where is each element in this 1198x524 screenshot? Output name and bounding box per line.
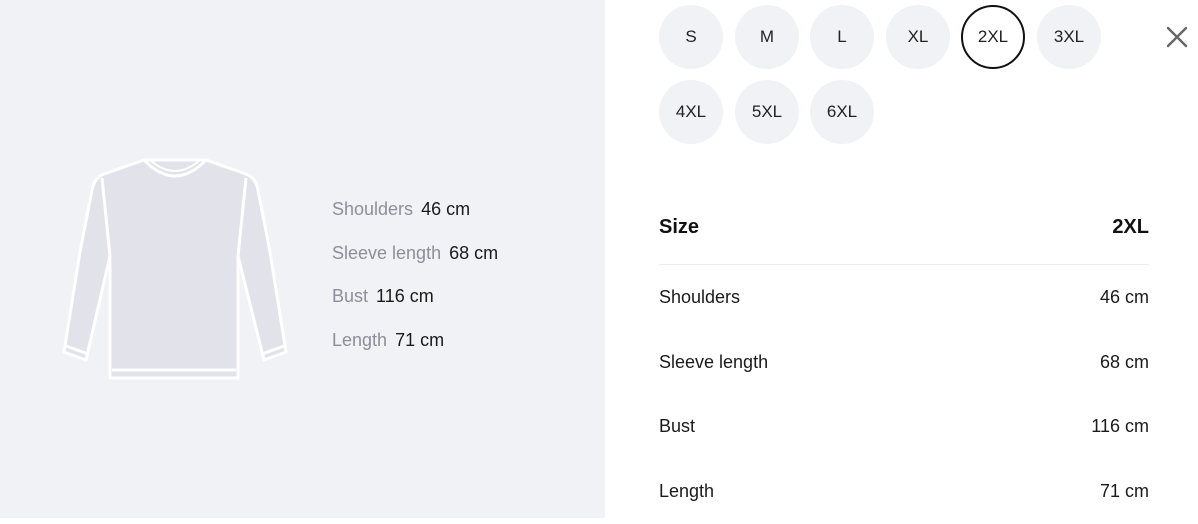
- size-option-s[interactable]: S: [659, 5, 723, 69]
- spec-value: 116 cm: [376, 286, 434, 306]
- row-value: 116 cm: [1091, 416, 1149, 437]
- size-option-6xl[interactable]: 6XL: [810, 80, 874, 144]
- product-image-panel: Shoulders 46 cm Sleeve length 68 cm Bust 11…: [0, 0, 605, 518]
- size-option-2xl[interactable]: 2XL: [961, 5, 1025, 69]
- row-label: Bust: [659, 416, 696, 437]
- spec-label: Length: [332, 329, 388, 350]
- spec-row: Shoulders 46 cm: [332, 197, 498, 241]
- sweater-illustration: [62, 158, 288, 380]
- spec-label: Bust: [332, 286, 369, 306]
- table-row: Length 71 cm: [659, 459, 1149, 524]
- spec-value: 68 cm: [449, 242, 499, 263]
- size-option-5xl[interactable]: 5XL: [735, 80, 799, 144]
- row-label: Length: [659, 480, 715, 501]
- size-header-label: Size: [659, 215, 700, 238]
- row-value: 71 cm: [1099, 480, 1149, 501]
- spec-row: Length 71 cm: [332, 328, 498, 372]
- size-header-value: 2XL: [1112, 215, 1149, 238]
- spec-label: Sleeve length: [332, 242, 442, 263]
- spec-value: 46 cm: [421, 199, 471, 219]
- table-header: Size 2XL: [659, 205, 1149, 265]
- table-row: Sleeve length 68 cm: [659, 330, 1149, 395]
- spec-row: Sleeve length 68 cm: [332, 241, 498, 285]
- size-option-l[interactable]: L: [810, 5, 874, 69]
- size-option-3xl[interactable]: 3XL: [1037, 5, 1101, 69]
- size-option-xl[interactable]: XL: [886, 5, 950, 69]
- table-row: Shoulders 46 cm: [659, 265, 1149, 330]
- spec-label: Shoulders: [332, 199, 414, 219]
- close-icon[interactable]: [1162, 22, 1192, 52]
- row-value: 68 cm: [1099, 351, 1149, 372]
- size-details-table: Size 2XL Shoulders 46 cm Sleeve length 6…: [659, 205, 1149, 524]
- row-label: Shoulders: [659, 286, 741, 307]
- size-option-m[interactable]: M: [735, 5, 799, 69]
- spec-value: 71 cm: [395, 329, 445, 350]
- size-option-4xl[interactable]: 4XL: [659, 80, 723, 144]
- spec-row: Bust 116 cm: [332, 284, 498, 328]
- row-label: Sleeve length: [659, 351, 769, 372]
- table-row: Bust 116 cm: [659, 394, 1149, 459]
- row-value: 46 cm: [1099, 286, 1149, 307]
- specs-overlay: Shoulders 46 cm Sleeve length 68 cm Bust 11…: [332, 197, 498, 371]
